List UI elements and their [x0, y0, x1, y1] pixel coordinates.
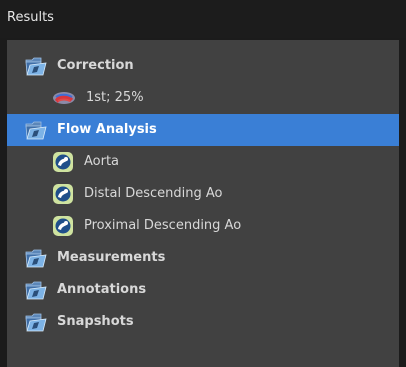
folder-icon	[25, 56, 47, 76]
tree-item-label: 1st; 25%	[86, 90, 144, 105]
folder-icon	[25, 248, 47, 268]
results-header: Results	[0, 0, 406, 38]
tree-item-annotations[interactable]: Annotations	[7, 274, 399, 306]
tree-item-label: Annotations	[57, 282, 147, 297]
tree-item-flow-analysis[interactable]: Flow Analysis	[7, 114, 399, 146]
flow-vessel-icon	[52, 215, 74, 237]
tree-item-label: Distal Descending Ao	[84, 186, 223, 201]
correction-icon	[52, 89, 76, 107]
tree-item-label: Proximal Descending Ao	[84, 218, 242, 233]
results-panel: Correction 1st; 25% Flow Analysis Aorta …	[7, 40, 399, 367]
tree-item-aorta[interactable]: Aorta	[7, 146, 399, 178]
results-title: Results	[7, 10, 54, 25]
tree-item-label: Aorta	[84, 154, 120, 169]
tree-item-label: Measurements	[57, 250, 166, 265]
folder-icon	[25, 280, 47, 300]
folder-icon	[25, 312, 47, 332]
tree-item-label: Snapshots	[57, 314, 134, 329]
folder-icon	[25, 120, 47, 140]
tree-item-correction[interactable]: Correction	[7, 50, 399, 82]
tree-item-snapshots[interactable]: Snapshots	[7, 306, 399, 338]
tree-item-correction-1st[interactable]: 1st; 25%	[7, 82, 399, 114]
tree-item-measurements[interactable]: Measurements	[7, 242, 399, 274]
flow-vessel-icon	[52, 151, 74, 173]
tree-item-label: Correction	[57, 58, 134, 73]
tree-item-label: Flow Analysis	[57, 122, 157, 137]
tree-item-proximal-descending-ao[interactable]: Proximal Descending Ao	[7, 210, 399, 242]
tree-item-distal-descending-ao[interactable]: Distal Descending Ao	[7, 178, 399, 210]
flow-vessel-icon	[52, 183, 74, 205]
results-tree: Correction 1st; 25% Flow Analysis Aorta …	[7, 50, 399, 338]
